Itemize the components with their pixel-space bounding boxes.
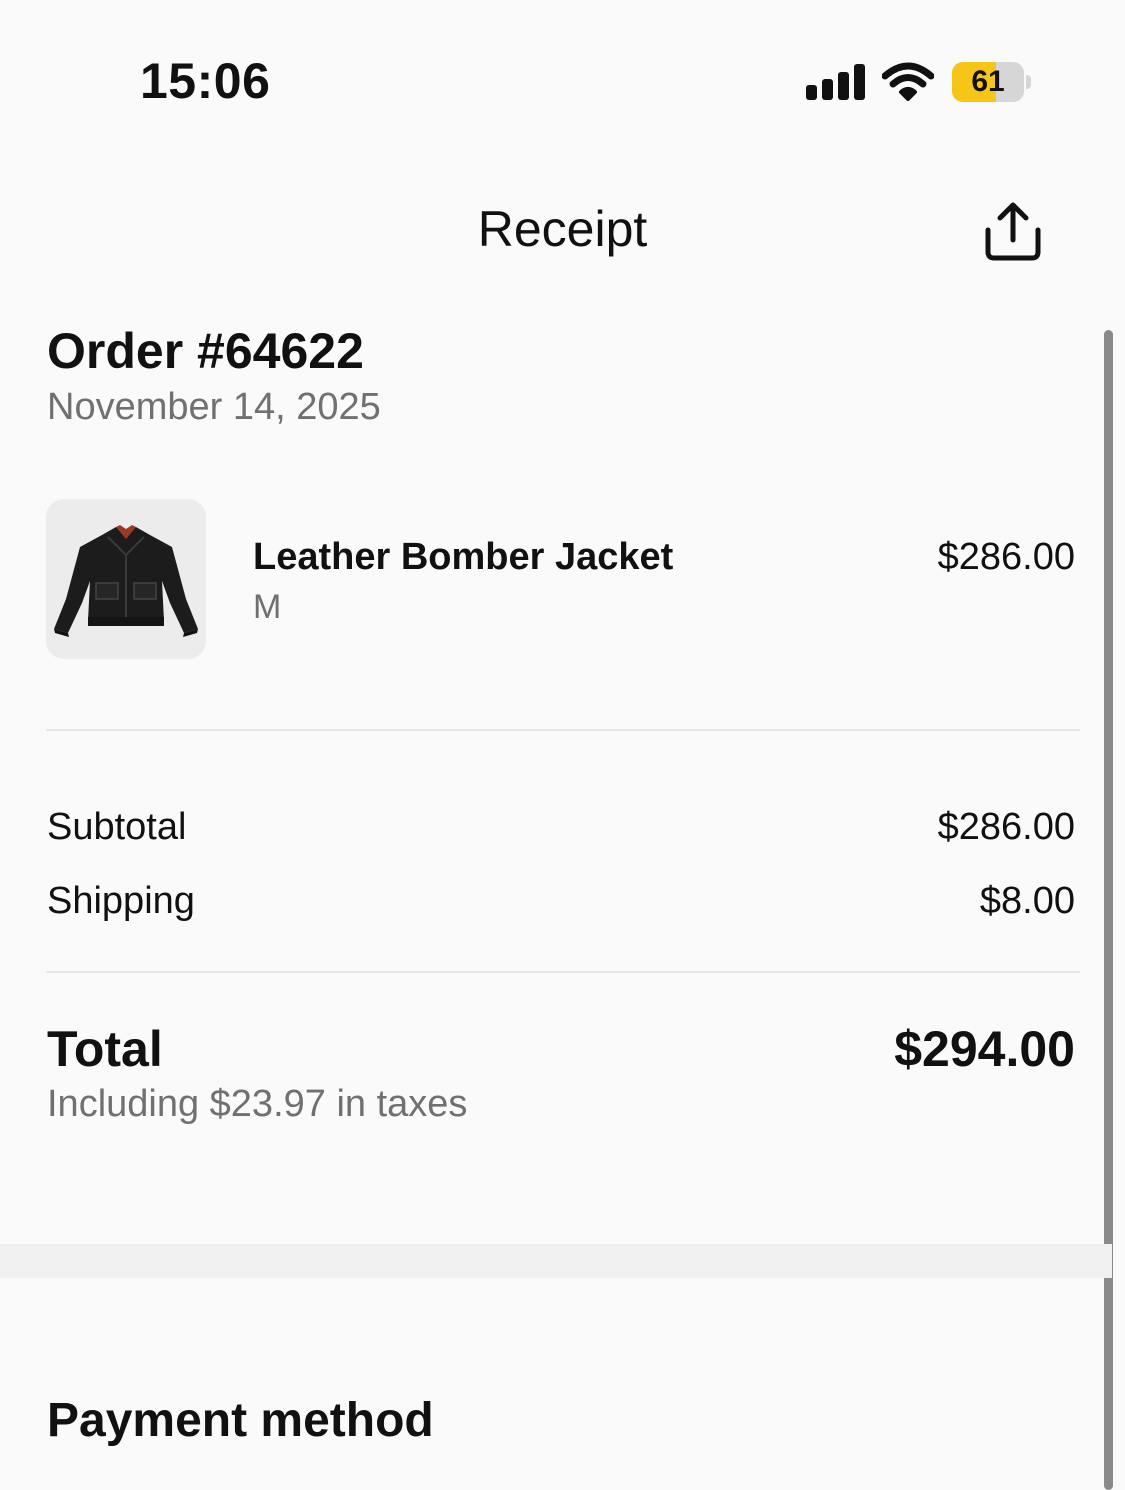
battery-tip xyxy=(1026,75,1031,89)
divider xyxy=(46,971,1080,973)
battery-icon: 61 xyxy=(952,62,1032,102)
total-value: $294.00 xyxy=(894,1021,1075,1077)
item-name[interactable]: Leather Bomber Jacket xyxy=(253,536,673,579)
jacket-image xyxy=(54,525,198,637)
wifi-icon xyxy=(882,62,934,101)
receipt-screen: 15:06 61 Receipt Order #64622 November 1… xyxy=(0,0,1125,1490)
subtotal-value: $286.00 xyxy=(937,806,1075,848)
section-separator xyxy=(0,1244,1112,1278)
payment-method-heading: Payment method xyxy=(47,1394,434,1447)
total-label: Total xyxy=(47,1021,163,1077)
taxes-note: Including $23.97 in taxes xyxy=(47,1083,468,1125)
page-title: Receipt xyxy=(477,201,648,257)
battery-body: 61 xyxy=(952,62,1024,102)
battery-level: 61 xyxy=(971,65,1005,98)
order-date: November 14, 2025 xyxy=(47,386,381,428)
scrollbar[interactable] xyxy=(1104,330,1113,1490)
share-icon[interactable] xyxy=(980,200,1046,264)
product-thumbnail[interactable] xyxy=(46,499,206,659)
divider xyxy=(46,729,1080,731)
item-price: $286.00 xyxy=(937,536,1075,578)
subtotal-label: Subtotal xyxy=(47,806,187,848)
signal-icon xyxy=(806,64,866,100)
order-number: Order #64622 xyxy=(47,323,364,379)
status-time: 15:06 xyxy=(140,53,271,109)
shipping-value: $8.00 xyxy=(979,880,1075,922)
shipping-label: Shipping xyxy=(47,880,195,922)
item-variant: M xyxy=(253,588,282,626)
